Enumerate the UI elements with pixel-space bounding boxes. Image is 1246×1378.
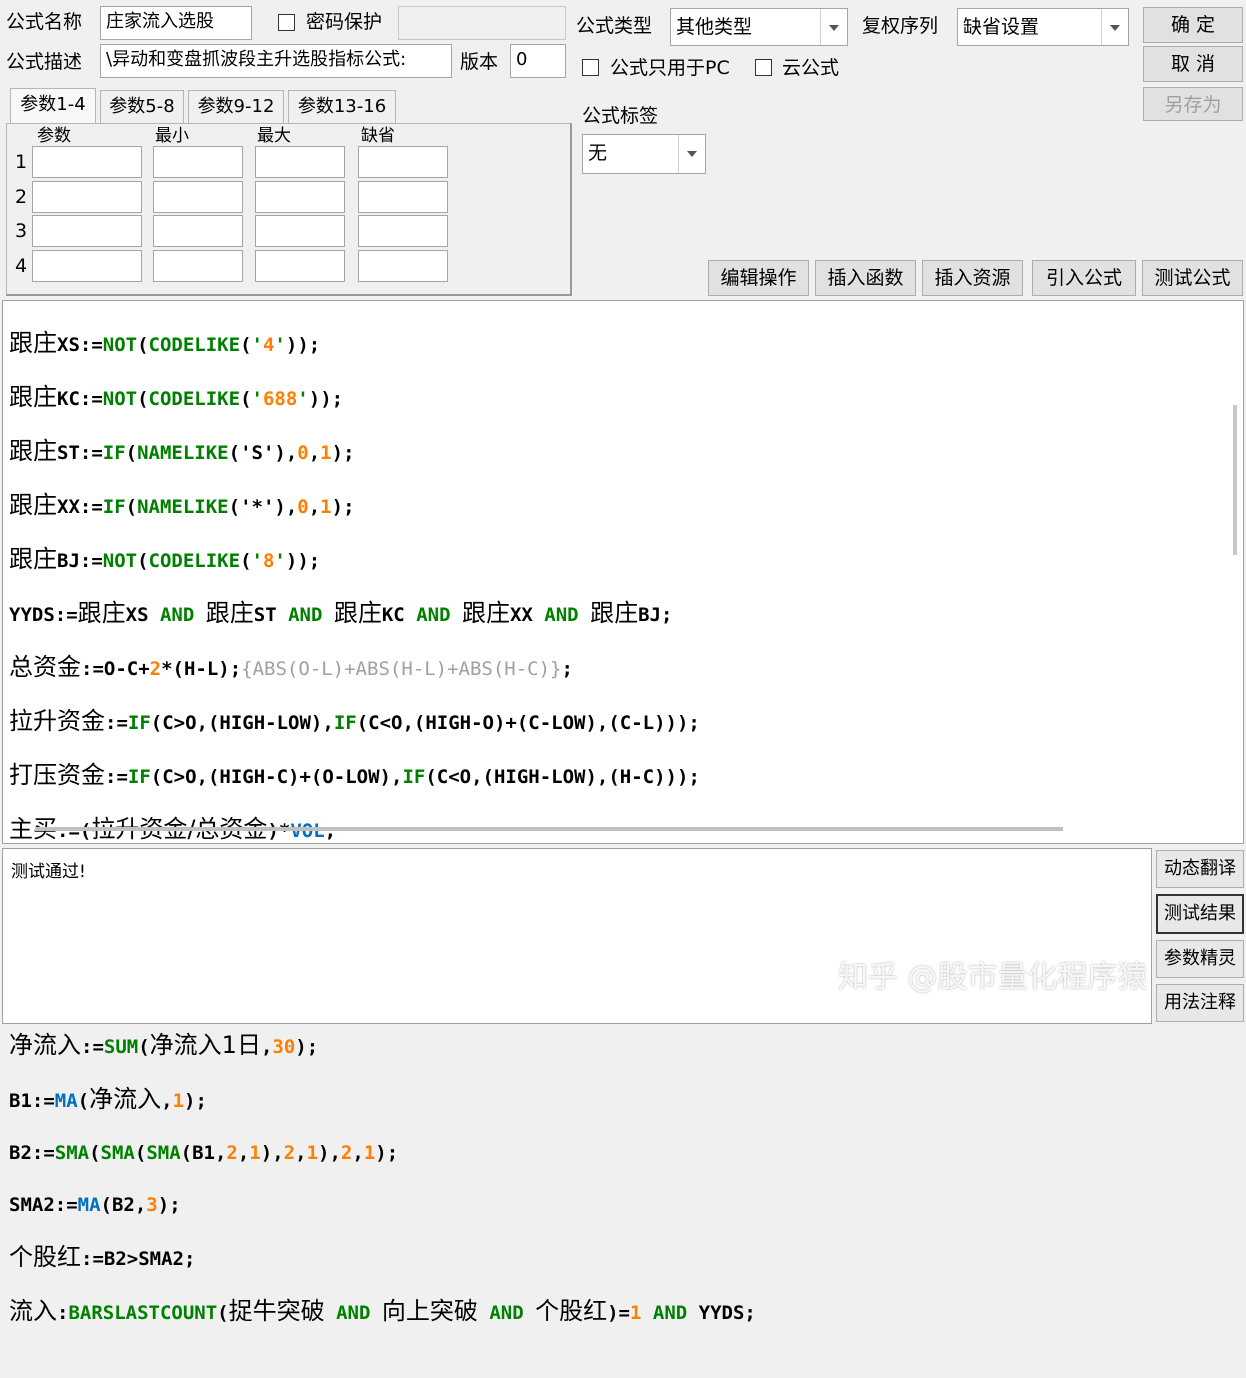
password-checkbox[interactable]	[278, 14, 295, 31]
status-message: 测试通过!	[11, 862, 86, 882]
code-line: B2:=SMA(SMA(SMA(B1,2,1),2,1),2,1);	[9, 1142, 399, 1164]
rights-label: 复权序列	[862, 15, 939, 37]
param-4-max-input[interactable]	[255, 250, 345, 282]
chevron-down-icon	[1101, 9, 1128, 45]
tags-value: 无	[588, 142, 608, 164]
code-line: 拉升资金:=IF(C>O,(HIGH-LOW),IF(C<O,(HIGH-O)+…	[9, 707, 700, 735]
param-3-default-input[interactable]	[358, 215, 448, 247]
tags-select[interactable]: 无	[582, 134, 706, 174]
param-2-max-input[interactable]	[255, 181, 345, 213]
cancel-button[interactable]: 取 消	[1143, 46, 1243, 82]
param-header-name: 参数	[37, 126, 71, 146]
test-formula-button[interactable]: 测试公式	[1142, 260, 1243, 296]
formula-desc-input[interactable]: \异动和变盘抓波段主升选股指标公式:	[100, 44, 452, 78]
import-formula-button[interactable]: 引入公式	[1032, 260, 1136, 296]
param-4-name-input[interactable]	[32, 250, 142, 282]
tags-label: 公式标签	[582, 105, 659, 127]
tab-params-9-12[interactable]: 参数9-12	[188, 90, 284, 124]
insert-resource-button[interactable]: 插入资源	[922, 260, 1023, 296]
formula-name-input[interactable]: 庄家流入选股	[100, 6, 252, 40]
code-line: SMA2:=MA(B2,3);	[9, 1194, 181, 1216]
code-line: 流入:BARSLASTCOUNT(捉牛突破 AND 向上突破 AND 个股红)=…	[9, 1297, 756, 1325]
param-2-name-input[interactable]	[32, 181, 142, 213]
code-line: 跟庄XS:=NOT(CODELIKE('4'));	[9, 329, 321, 357]
password-label: 密码保护	[306, 11, 383, 33]
formula-type-label: 公式类型	[576, 15, 653, 37]
vertical-scrollbar[interactable]	[1233, 405, 1237, 555]
param-4-min-input[interactable]	[153, 250, 243, 282]
param-3-name-input[interactable]	[32, 215, 142, 247]
param-1-name-input[interactable]	[32, 146, 142, 178]
code-line: 跟庄ST:=IF(NAMELIKE('S'),0,1);	[9, 437, 355, 465]
test-result-button[interactable]: 测试结果	[1156, 894, 1244, 934]
output-pane: 测试通过!	[2, 848, 1152, 1024]
code-content: 跟庄XS:=NOT(CODELIKE('4')); 跟庄KC:=NOT(CODE…	[9, 304, 756, 1378]
params-panel: 参数 最小 最大 缺省 1 2 3 4	[6, 123, 572, 296]
save-as-button: 另存为	[1143, 87, 1243, 121]
code-editor[interactable]: 跟庄XS:=NOT(CODELIKE('4')); 跟庄KC:=NOT(CODE…	[2, 300, 1244, 1324]
rights-select[interactable]: 缺省设置	[957, 8, 1129, 46]
code-line: 跟庄XX:=IF(NAMELIKE('*'),0,1);	[9, 491, 355, 519]
param-3-max-input[interactable]	[255, 215, 345, 247]
param-4-default-input[interactable]	[358, 250, 448, 282]
param-3-min-input[interactable]	[153, 215, 243, 247]
rights-value: 缺省设置	[963, 16, 1040, 38]
formula-name-label: 公式名称	[6, 11, 83, 33]
param-2-min-input[interactable]	[153, 181, 243, 213]
version-label: 版本	[460, 51, 499, 73]
tab-params-13-16[interactable]: 参数13-16	[288, 90, 396, 124]
tab-params-5-8[interactable]: 参数5-8	[100, 90, 184, 124]
insert-function-button[interactable]: 插入函数	[815, 260, 916, 296]
code-line: YYDS:=跟庄XS AND 跟庄ST AND 跟庄KC AND 跟庄XX AN…	[9, 599, 673, 627]
cloud-label: 云公式	[782, 57, 840, 79]
edit-ops-button[interactable]: 编辑操作	[708, 260, 809, 296]
param-row-number: 4	[15, 255, 28, 277]
param-header-max: 最大	[257, 126, 291, 146]
code-line: 个股红:=B2>SMA2;	[9, 1243, 196, 1271]
code-line: 跟庄BJ:=NOT(CODELIKE('8'));	[9, 545, 321, 573]
formula-type-select[interactable]: 其他类型	[670, 8, 848, 46]
param-row-number: 1	[15, 151, 28, 173]
cloud-checkbox[interactable]	[755, 59, 772, 76]
horizontal-scrollbar[interactable]	[35, 827, 1063, 831]
param-row-number: 3	[15, 220, 28, 242]
formula-desc-label: 公式描述	[6, 51, 83, 73]
code-line: B1:=MA(净流入,1);	[9, 1085, 207, 1113]
password-input[interactable]	[398, 6, 566, 40]
tab-params-1-4[interactable]: 参数1-4	[10, 88, 96, 124]
code-line: 总资金:=O-C+2*(H-L);{ABS(O-L)+ABS(H-L)+ABS(…	[9, 653, 573, 681]
dynamic-translate-button[interactable]: 动态翻译	[1156, 850, 1244, 888]
pc-only-checkbox[interactable]	[582, 59, 599, 76]
ok-button[interactable]: 确 定	[1143, 7, 1243, 43]
code-line: 净流入:=SUM(净流入1日,30);	[9, 1031, 319, 1059]
code-line: 跟庄KC:=NOT(CODELIKE('688'));	[9, 383, 344, 411]
chevron-down-icon	[678, 135, 705, 173]
param-row-number: 2	[15, 186, 28, 208]
param-header-min: 最小	[155, 126, 189, 146]
watermark: 知乎 @股市量化程序猿	[838, 960, 1148, 995]
param-wizard-button[interactable]: 参数精灵	[1156, 940, 1244, 978]
param-1-max-input[interactable]	[255, 146, 345, 178]
pc-only-label: 公式只用于PC	[610, 57, 730, 79]
param-1-min-input[interactable]	[153, 146, 243, 178]
param-header-default: 缺省	[361, 126, 395, 146]
param-1-default-input[interactable]	[358, 146, 448, 178]
version-input[interactable]: 0	[510, 44, 566, 78]
formula-type-value: 其他类型	[676, 16, 753, 38]
param-2-default-input[interactable]	[358, 181, 448, 213]
chevron-down-icon	[820, 9, 847, 45]
code-line: 打压资金:=IF(C>O,(HIGH-C)+(O-LOW),IF(C<O,(HI…	[9, 761, 700, 789]
usage-notes-button[interactable]: 用法注释	[1156, 984, 1244, 1022]
